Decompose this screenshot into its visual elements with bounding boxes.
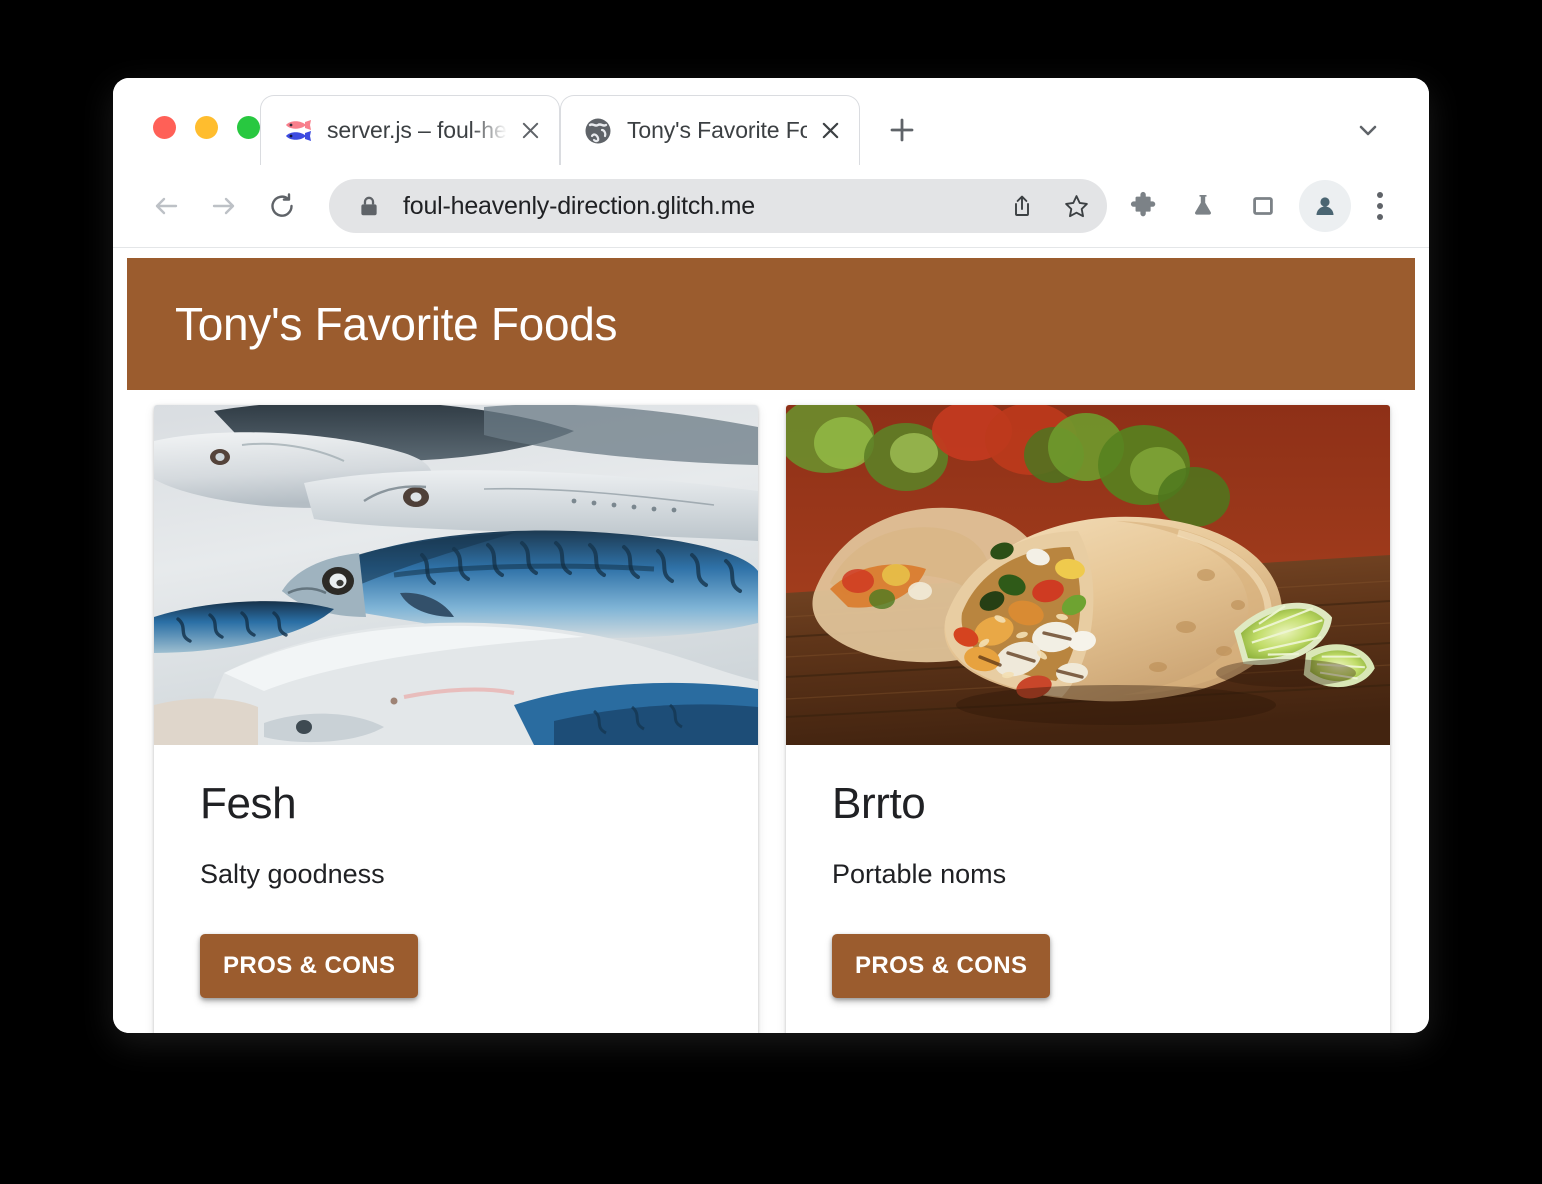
side-panel-icon[interactable] (1233, 177, 1293, 235)
card-body: Brrto Portable noms PROS & CONS (786, 745, 1390, 1033)
tab-tonys-favorite-foods[interactable]: Tony's Favorite Foods (560, 95, 860, 165)
tab-list: server.js – foul-heavenly-dir (260, 78, 860, 165)
tab-server-js[interactable]: server.js – foul-heavenly-dir (260, 95, 560, 165)
card-title: Fesh (200, 779, 297, 828)
fish-photo (154, 405, 758, 745)
tab-title: Tony's Favorite Foods (627, 117, 807, 143)
card-subtitle: Salty goodness (200, 859, 385, 889)
menu-dot (1377, 203, 1383, 209)
forward-icon[interactable] (195, 177, 253, 235)
site-header: Tony's Favorite Foods (127, 258, 1415, 390)
food-card-fesh[interactable]: Fesh Salty goodness PROS & CONS (154, 405, 758, 1033)
close-icon[interactable] (813, 114, 847, 148)
page-viewport: Tony's Favorite Foods Fesh Salty goodnes… (113, 248, 1429, 1033)
new-tab-button[interactable] (874, 102, 930, 158)
url-text: foul-heavenly-direction.glitch.me (403, 191, 755, 220)
close-icon[interactable] (513, 114, 547, 148)
window-traffic-lights (113, 116, 260, 165)
card-actions: PROS & CONS (200, 934, 712, 998)
tab-strip: server.js – foul-heavenly-dir (113, 78, 1429, 165)
back-icon[interactable] (137, 177, 195, 235)
card-body: Fesh Salty goodness PROS & CONS (154, 745, 758, 1033)
bookmark-star-icon[interactable] (1049, 179, 1103, 233)
browser-window: server.js – foul-heavenly-dir (113, 78, 1429, 1033)
glitch-fish-icon (283, 116, 313, 146)
pros-and-cons-button[interactable]: PROS & CONS (832, 934, 1051, 998)
lock-icon[interactable] (357, 194, 381, 218)
browser-toolbar: foul-heavenly-direction.glitch.me (113, 165, 1429, 248)
page-title: Tony's Favorite Foods (175, 298, 618, 350)
share-icon[interactable] (995, 179, 1049, 233)
menu-dot (1377, 192, 1383, 198)
pros-and-cons-button[interactable]: PROS & CONS (200, 934, 419, 998)
card-actions: PROS & CONS (832, 934, 1344, 998)
reload-icon[interactable] (253, 177, 311, 235)
globe-icon (583, 116, 613, 146)
burrito-photo (786, 405, 1390, 745)
address-bar[interactable]: foul-heavenly-direction.glitch.me (329, 179, 1107, 233)
card-title: Brrto (832, 779, 926, 828)
close-window-button[interactable] (153, 116, 176, 139)
minimize-window-button[interactable] (195, 116, 218, 139)
profile-avatar-icon[interactable] (1299, 180, 1351, 232)
browser-menu-icon[interactable] (1357, 177, 1403, 235)
chevron-down-icon[interactable] (1345, 107, 1391, 153)
tab-title: server.js – foul-heavenly-dir (327, 117, 507, 143)
menu-dot (1377, 214, 1383, 220)
tab-strip-actions (860, 95, 930, 165)
food-card-list: Fesh Salty goodness PROS & CONS Brrto Po… (113, 390, 1429, 1033)
experiments-flask-icon[interactable] (1173, 177, 1233, 235)
food-card-brrto[interactable]: Brrto Portable noms PROS & CONS (786, 405, 1390, 1033)
card-subtitle: Portable noms (832, 859, 1007, 889)
maximize-window-button[interactable] (237, 116, 260, 139)
extensions-puzzle-icon[interactable] (1113, 177, 1173, 235)
